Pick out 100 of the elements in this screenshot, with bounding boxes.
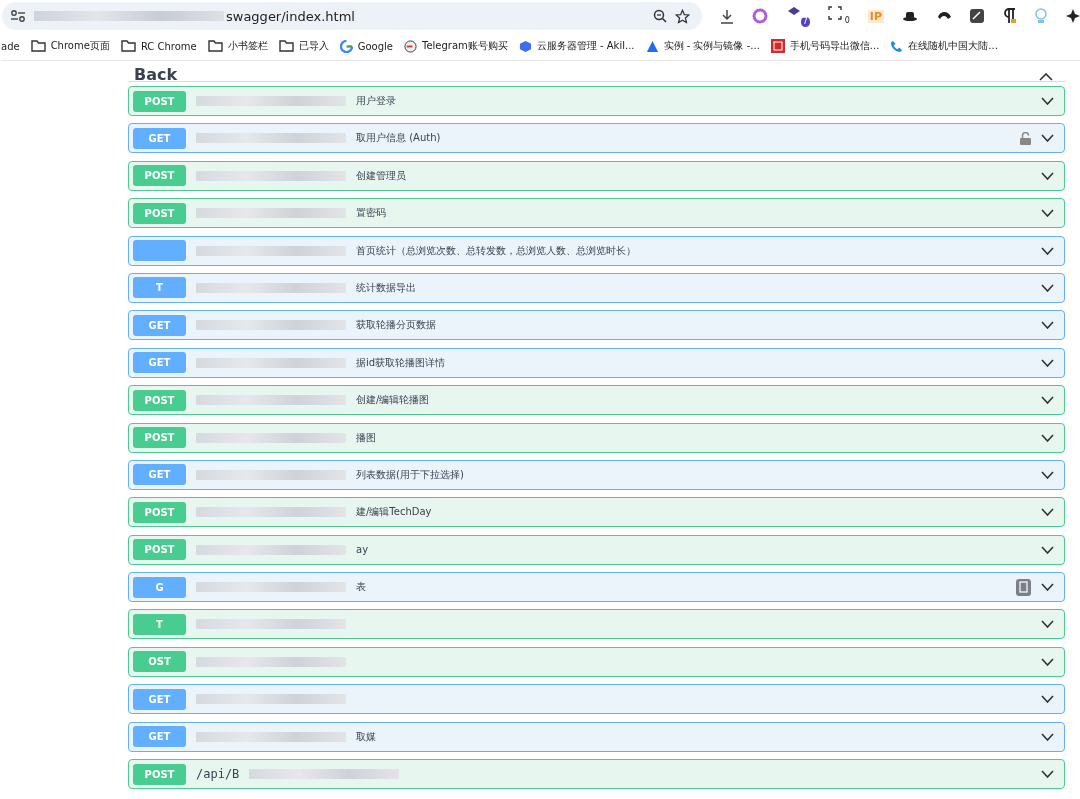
hat-icon[interactable] <box>902 10 918 22</box>
operation-row[interactable]: GET 列表数据(用于下拉选择) <box>128 459 1065 490</box>
expand-chevron-icon[interactable] <box>1041 433 1054 442</box>
bookmark-item[interactable]: 小书签栏 <box>207 39 268 53</box>
summary-text: ay <box>356 544 369 556</box>
method-badge: POST <box>133 389 186 411</box>
summary-text: 统计数据导出 <box>356 280 416 295</box>
method-badge: POST <box>133 501 186 523</box>
expand-chevron-icon[interactable] <box>1041 508 1054 517</box>
summary-text: 获取轮播分页数据 <box>356 318 436 333</box>
bookmark-item[interactable]: 手机号码导出微信... <box>770 39 880 53</box>
summary-text: 置密码 <box>356 206 386 221</box>
operation-row[interactable]: POST 创建/编辑轮播图 <box>128 385 1065 416</box>
operation-row[interactable]: POST 置密码 <box>128 198 1065 229</box>
site-icon <box>770 39 785 53</box>
summary-text: 创建管理员 <box>356 168 406 183</box>
method-badge: POST <box>133 202 186 224</box>
ring-icon[interactable] <box>751 8 768 24</box>
operation-row[interactable]: POST 建/编辑TechDay <box>128 497 1065 528</box>
method-badge: POST <box>133 539 186 561</box>
pilcrow-icon[interactable] <box>1002 8 1016 24</box>
bookmark-item[interactable]: 在线随机中国大陆... <box>890 39 998 53</box>
folder-icon <box>278 40 294 52</box>
site-settings-icon[interactable] <box>10 9 26 23</box>
operation-row[interactable]: POST 创建管理员 <box>128 160 1065 191</box>
expand-chevron-icon[interactable] <box>1041 620 1054 629</box>
summary-text: 取用户信息 (Auth) <box>356 131 441 146</box>
bookmark-item[interactable]: Google <box>339 39 393 53</box>
method-badge: T <box>133 277 186 299</box>
operation-row[interactable]: GET 取媒 <box>128 721 1065 752</box>
operation-row[interactable]: GET 获取轮播分页数据 <box>128 310 1065 341</box>
summary-text: 用户登录 <box>356 94 396 108</box>
expand-chevron-icon[interactable] <box>1041 583 1054 592</box>
edit-box-icon[interactable] <box>970 9 984 23</box>
clipboard-icon[interactable] <box>1016 578 1031 596</box>
method-badge: GET <box>133 352 186 374</box>
expand-chevron-icon[interactable] <box>1041 358 1054 367</box>
method-badge: POST <box>133 763 186 785</box>
extension-count: 7 <box>800 17 810 27</box>
url-text: swagger/index.html <box>226 8 355 24</box>
download-icon[interactable] <box>719 8 734 24</box>
expand-chevron-icon[interactable] <box>1041 657 1054 666</box>
method-badge: OST <box>133 651 186 673</box>
bookmark-item[interactable]: Telegram账号购买 <box>404 39 508 53</box>
method-badge: G <box>133 576 186 598</box>
method-badge: GET <box>133 127 186 149</box>
summary-text: 首页统计（总浏览次数、总转发数，总浏览人数、总浏览时长） <box>356 243 636 258</box>
method-badge: GET <box>133 464 186 486</box>
expand-chevron-icon[interactable] <box>1041 134 1054 143</box>
path-text: /api/B <box>196 767 240 782</box>
bookmark-item[interactable]: Chrome页面 <box>30 39 110 53</box>
operation-row[interactable]: 首页统计（总浏览次数、总转发数，总浏览人数、总浏览时长） <box>128 235 1065 266</box>
summary-text: 表 <box>356 580 366 595</box>
method-badge: POST <box>133 90 186 112</box>
method-badge: T <box>133 613 186 635</box>
operation-row[interactable]: POST 用户登录 <box>128 86 1065 116</box>
collapse-chevron-icon[interactable] <box>1039 73 1053 81</box>
zoom-icon[interactable] <box>652 9 667 23</box>
address-bar[interactable]: swagger/index.html <box>2 2 702 30</box>
expand-chevron-icon[interactable] <box>1041 695 1054 704</box>
summary-text: 播图 <box>356 430 376 445</box>
bookmark-item[interactable]: 云服务器管理 - Akil... <box>518 39 635 53</box>
bookmark-item[interactable]: ade <box>1 40 20 52</box>
operation-row[interactable]: GET 据id获取轮播图详情 <box>128 347 1065 378</box>
lock-icon[interactable] <box>1020 131 1031 145</box>
expand-chevron-icon[interactable] <box>1041 545 1054 554</box>
method-badge: GET <box>133 688 186 710</box>
method-badge: POST <box>133 165 186 187</box>
bookmark-item[interactable]: 实例 - 实例与镜像 -... <box>645 39 760 53</box>
operation-row[interactable]: G 表 <box>128 572 1065 603</box>
sparkle-icon[interactable] <box>1066 9 1080 23</box>
method-badge: GET <box>133 726 186 748</box>
site-icon <box>404 39 417 53</box>
expand-chevron-icon[interactable] <box>1041 283 1054 292</box>
expand-chevron-icon[interactable] <box>1041 246 1054 255</box>
section-title[interactable]: Back <box>134 67 178 83</box>
summary-text: 列表数据(用于下拉选择) <box>356 467 464 482</box>
expand-chevron-icon[interactable] <box>1041 396 1054 405</box>
summary-text: 创建/编辑轮播图 <box>356 393 430 408</box>
cube-icon <box>518 39 532 53</box>
expand-chevron-icon[interactable] <box>1041 97 1054 105</box>
scan-icon[interactable] <box>827 6 842 20</box>
operation-row[interactable]: POST ay <box>128 534 1065 565</box>
operation-row[interactable]: T 统计数据导出 <box>128 272 1065 303</box>
expand-chevron-icon[interactable] <box>1041 770 1054 779</box>
expand-chevron-icon[interactable] <box>1041 171 1054 180</box>
operation-row[interactable]: POST /api/B <box>128 759 1065 790</box>
expand-chevron-icon[interactable] <box>1041 209 1054 218</box>
peak-icon <box>645 39 659 53</box>
operation-row[interactable]: GET 取用户信息 (Auth) <box>128 123 1065 154</box>
star-icon[interactable] <box>674 8 690 24</box>
bookmark-item[interactable]: RC Chrome <box>120 40 197 52</box>
expand-chevron-icon[interactable] <box>1041 470 1054 479</box>
expand-chevron-icon[interactable] <box>1041 732 1054 741</box>
extension-count: 0 <box>844 16 850 26</box>
folder-icon <box>120 40 136 52</box>
summary-text: 建/编辑TechDay <box>356 505 432 520</box>
expand-chevron-icon[interactable] <box>1041 321 1054 330</box>
bookmark-item[interactable]: 已导入 <box>278 39 329 53</box>
operation-row[interactable]: POST 播图 <box>128 422 1065 453</box>
